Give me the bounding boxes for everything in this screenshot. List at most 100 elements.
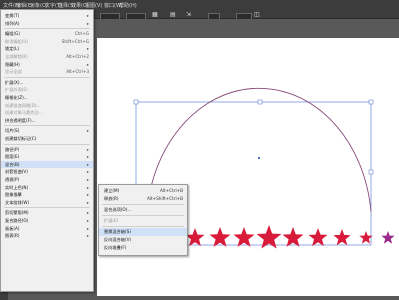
menu-item-label: 画板(A) xyxy=(5,225,20,231)
menu-item[interactable]: 图表(R) ▸ xyxy=(1,232,93,239)
menu-item[interactable]: 变换(T) ▸ xyxy=(1,12,93,19)
menu-item[interactable]: 排列(A) ▸ xyxy=(1,20,93,27)
menu-item-label: 编组(G) xyxy=(5,31,20,37)
menu-item[interactable]: 锁定(L) ▸ xyxy=(1,45,93,52)
menu-item-label: 栅格化(Z)... xyxy=(5,95,28,100)
submenu-arrow-icon: ▸ xyxy=(86,177,89,182)
menu-item[interactable]: 封套扭曲(V) ▸ xyxy=(1,168,93,175)
menu-item[interactable]: 图案(E) ▸ xyxy=(1,153,93,160)
menu-item-label: 拼合透明度(F)... xyxy=(5,117,36,123)
submenu-arrow-icon: ▸ xyxy=(86,128,89,134)
menu-item-label: 文本绕排(W) xyxy=(5,199,30,205)
star-shape xyxy=(333,229,351,246)
star-shape xyxy=(308,228,328,247)
submenu-arrow-icon: ▸ xyxy=(86,225,89,231)
submenu-arrow-icon: ▸ xyxy=(86,154,89,160)
star-shape xyxy=(381,231,395,244)
submenu-item-label: 释放(R) xyxy=(104,196,119,201)
submenu-arrow-icon: ▸ xyxy=(86,218,89,223)
submenu-arrow-icon: ▸ xyxy=(86,161,89,167)
menu-item-label: 封套扭曲(V) xyxy=(5,169,28,175)
selection-handle[interactable] xyxy=(133,99,139,105)
menu-item[interactable]: 拼合透明度(F)... xyxy=(1,117,93,124)
menu-item[interactable]: 文本绕排(W) ▸ xyxy=(1,199,93,206)
menu-item-shortcut: Ctrl+G xyxy=(74,31,89,37)
menu-item[interactable]: 创建裁切标记(C) xyxy=(1,135,93,142)
menu-item[interactable]: 混合(B) ▸ xyxy=(1,160,93,168)
menu-item-label: 创建对象马赛克(J)... xyxy=(5,110,43,116)
menu-separator xyxy=(4,28,90,30)
menu-item[interactable]: 画板(A) ▸ xyxy=(1,225,93,232)
menu-separator xyxy=(4,143,90,145)
menu-item-label: 剪切蒙版(M) xyxy=(5,210,29,216)
star-shape xyxy=(209,227,231,247)
menu-separator xyxy=(102,226,184,227)
menu-item[interactable]: 切片(S) ▸ xyxy=(1,127,93,134)
star-shape xyxy=(233,227,255,247)
menu-item[interactable]: 扩展(X)... xyxy=(1,79,93,86)
menu-item-label: 图案(E) xyxy=(5,154,20,160)
submenu-arrow-icon: ▸ xyxy=(86,233,89,239)
star-shape xyxy=(185,228,205,247)
menu-item[interactable]: 透视(P) ▸ xyxy=(1,176,93,183)
menu-item[interactable]: 显示全部 Alt+Ctrl+3 xyxy=(1,68,93,75)
menu-item-label: 创建渐变网格(D)... xyxy=(5,102,41,108)
menu-item-shortcut: Alt+Ctrl+2 xyxy=(66,54,89,59)
submenu-item[interactable]: 释放(R) Alt+Shift+Ctrl+B xyxy=(99,195,187,203)
menu-item[interactable]: 扩展外观(E) xyxy=(1,86,93,93)
menu-item[interactable]: 创建渐变网格(D)... xyxy=(1,102,93,109)
submenu-item[interactable]: 反向堆叠(F) xyxy=(99,244,187,252)
center-point xyxy=(258,157,260,159)
menu-item-label: 图像描摹 xyxy=(5,192,22,198)
menu-item[interactable]: 栅格化(Z)... xyxy=(1,94,93,101)
menu-item[interactable]: 复合路径(O) ▸ xyxy=(1,217,93,224)
menu-item-shortcut: Alt+Ctrl+3 xyxy=(66,69,89,75)
menu-item[interactable]: 路径(P) ▸ xyxy=(1,146,93,153)
selection-handle[interactable] xyxy=(368,169,374,175)
submenu-item-label: 反向堆叠(F) xyxy=(104,245,127,250)
menu-item-label: 路径(P) xyxy=(5,146,20,152)
submenu-arrow-icon: ▸ xyxy=(86,192,89,198)
submenu-arrow-icon: ▸ xyxy=(86,61,89,67)
menu-item-label: 混合(B) xyxy=(5,161,20,167)
menu-separator xyxy=(4,76,90,78)
menu-item-label: 实时上色(N) xyxy=(5,184,29,190)
menu-item[interactable]: 实时上色(N) ▸ xyxy=(1,184,93,191)
menu-item-label: 创建裁切标记(C) xyxy=(5,136,37,141)
menu-item-label: 显示全部 xyxy=(5,69,22,75)
submenu-item-shortcut: Alt+Shift+Ctrl+B xyxy=(146,196,183,201)
menu-item[interactable]: 创建对象马赛克(J)... xyxy=(1,109,93,116)
menu-item[interactable]: 取消编组(U) Shift+Ctrl+G xyxy=(1,38,93,45)
submenu-item-label: 替换混合轴(S) xyxy=(104,229,131,234)
menu-separator xyxy=(102,204,184,205)
menu-item-label: 变换(T) xyxy=(5,13,20,18)
menu-item[interactable]: 编组(G) Ctrl+G xyxy=(1,30,93,37)
menu-item[interactable]: 全部解锁(K) Alt+Ctrl+2 xyxy=(1,53,93,60)
submenu-item[interactable]: 混合选项(O)... xyxy=(99,206,187,214)
submenu-arrow-icon: ▸ xyxy=(86,13,89,18)
submenu-arrow-icon: ▸ xyxy=(86,184,89,190)
submenu-item[interactable]: 建立(M) Alt+Ctrl+B xyxy=(99,187,187,195)
menu-item-label: 取消编组(U) xyxy=(5,38,29,44)
submenu-item[interactable]: 扩展(E) xyxy=(99,217,187,225)
submenu-arrow-icon: ▸ xyxy=(86,146,89,152)
menu-item-label: 排列(A) xyxy=(5,20,20,26)
menu-item-label: 复合路径(O) xyxy=(5,218,29,223)
menu-separator xyxy=(102,215,184,216)
submenu-item-label: 扩展(E) xyxy=(104,218,119,223)
submenu-item-label: 混合选项(O)... xyxy=(104,207,132,212)
object-menu: 变换(T) ▸ 排列(A) ▸ 编组(G) Ctrl+G 取消编组(U) Shift+Ctrl… xyxy=(0,9,94,292)
menu-item-label: 隐藏(H) xyxy=(5,61,20,67)
selection-handle[interactable] xyxy=(257,99,263,105)
submenu-item[interactable]: 反向混合轴(V) xyxy=(99,236,187,244)
menu-item[interactable]: 剪切蒙版(M) ▸ xyxy=(1,209,93,216)
selection-handle[interactable] xyxy=(368,99,374,105)
submenu-arrow-icon: ▸ xyxy=(86,210,89,216)
menu-item[interactable]: 图像描摹 ▸ xyxy=(1,191,93,198)
menu-item-shortcut: Shift+Ctrl+G xyxy=(61,38,89,44)
submenu-arrow-icon: ▸ xyxy=(86,169,89,175)
menu-separator xyxy=(4,125,90,127)
menu-item[interactable]: 隐藏(H) ▸ xyxy=(1,61,93,68)
menu-item-label: 扩展(X)... xyxy=(5,79,24,85)
submenu-item[interactable]: 替换混合轴(S) xyxy=(99,228,187,236)
